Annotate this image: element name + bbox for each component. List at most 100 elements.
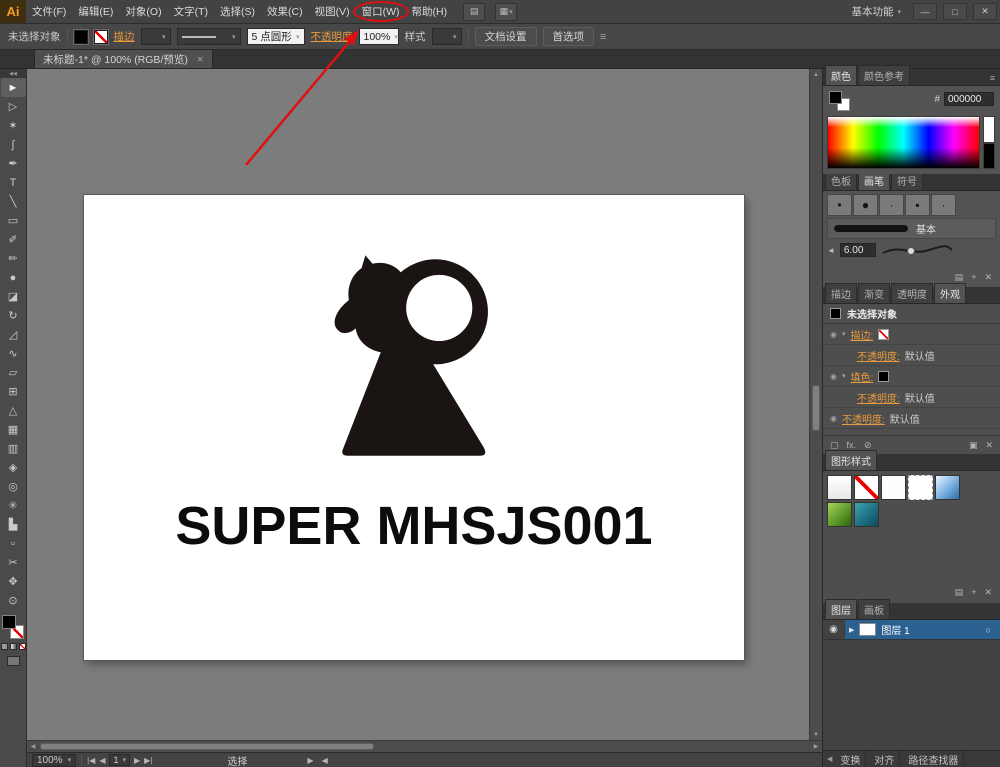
zoom-level-dropdown[interactable]: 100% ▾ xyxy=(32,753,77,767)
rectangle-tool[interactable]: ▭ xyxy=(1,211,26,230)
menu-item-5[interactable]: 效果(C) xyxy=(261,0,309,23)
appearance-row-opacity[interactable]: ◉ 不透明度: 默认值 xyxy=(823,408,1000,429)
document-tab[interactable]: 未标题-1* @ 100% (RGB/预览) ✕ xyxy=(34,49,213,68)
tab-artboards[interactable]: 画板 xyxy=(858,599,890,619)
lasso-tool[interactable]: ʃ xyxy=(1,135,26,154)
tab-appearance[interactable]: 外观 xyxy=(934,283,966,303)
stroke-link[interactable]: 描边 xyxy=(114,29,135,44)
direct-selection-tool[interactable]: ▷ xyxy=(1,97,26,116)
disclosure-icon[interactable]: ▾ xyxy=(842,372,846,380)
next-artboard-icon[interactable]: ▶ xyxy=(134,756,140,765)
opacity-link[interactable]: 不透明度 xyxy=(311,29,353,44)
panel-menu-icon[interactable]: ≡ xyxy=(990,73,998,85)
eraser-tool[interactable]: ◪ xyxy=(1,287,26,306)
style-thumb-default[interactable] xyxy=(827,475,852,500)
horizontal-scrollbar[interactable]: ◀ ▶ xyxy=(27,740,822,752)
minimize-button[interactable]: — xyxy=(913,3,937,20)
style-thumb-dashed[interactable] xyxy=(908,475,933,500)
menu-item-3[interactable]: 文字(T) xyxy=(168,0,214,23)
delete-brush-icon[interactable]: ✕ xyxy=(984,272,992,283)
tab-transform[interactable]: 变换 xyxy=(835,750,867,767)
line-tool[interactable]: ╲ xyxy=(1,192,26,211)
new-style-icon[interactable]: + xyxy=(971,587,976,598)
free-transform-tool[interactable]: ▱ xyxy=(1,363,26,382)
opacity-value-dropdown[interactable]: 100% ▾ xyxy=(358,28,399,45)
layer-thumbnail[interactable] xyxy=(859,623,877,636)
toolbar-collapse-icon[interactable]: ◀◀ xyxy=(0,69,26,78)
fill-swatch[interactable] xyxy=(2,615,16,629)
color-fill-proxy[interactable] xyxy=(829,91,842,104)
eye-icon[interactable]: ◉ xyxy=(830,330,837,339)
layer-visibility-cell[interactable]: ◉ xyxy=(823,624,845,635)
horizontal-scroll-thumb[interactable] xyxy=(40,743,374,750)
layer-row[interactable]: ◉ ▶ 图层 1 ○ xyxy=(823,620,1000,640)
stroke-color-swatch[interactable] xyxy=(93,29,108,44)
menu-item-8[interactable]: 帮助(H) xyxy=(406,0,454,23)
new-brush-icon[interactable]: + xyxy=(971,272,976,283)
delete-item-icon[interactable]: ✕ xyxy=(985,440,993,451)
eye-icon[interactable]: ◉ xyxy=(829,624,838,635)
restore-button[interactable]: □ xyxy=(943,3,967,20)
menu-item-0[interactable]: 文件(F) xyxy=(26,0,72,23)
artboard-number-dropdown[interactable]: 1 ▾ xyxy=(109,754,131,766)
layer-target-icon[interactable]: ○ xyxy=(986,625,991,635)
opacity-row-label[interactable]: 不透明度: xyxy=(857,348,900,363)
hand-tool[interactable]: ✥ xyxy=(1,572,26,591)
delete-style-icon[interactable]: ✕ xyxy=(984,587,992,598)
close-button[interactable]: ✕ xyxy=(973,3,997,20)
brush-cell-0[interactable]: • xyxy=(827,194,852,216)
stroke-weight-dropdown[interactable]: ▾ xyxy=(140,28,171,45)
screen-mode-button[interactable] xyxy=(6,656,20,666)
dock-collapse-icon[interactable]: ◀ xyxy=(827,755,832,763)
stroke-row-label[interactable]: 描边: xyxy=(851,327,874,342)
layer-name[interactable]: 图层 1 xyxy=(881,622,909,637)
scroll-left-icon[interactable]: ◀ xyxy=(322,756,328,765)
tab-color[interactable]: 颜色 xyxy=(825,65,857,85)
duplicate-item-icon[interactable]: ▣ xyxy=(969,440,978,451)
menu-item-4[interactable]: 选择(S) xyxy=(214,0,261,23)
brush-curve-icon[interactable] xyxy=(881,242,955,258)
style-thumb-green[interactable] xyxy=(827,502,852,527)
brush-cell-3[interactable]: ▪ xyxy=(905,194,930,216)
blob-brush-tool[interactable]: ● xyxy=(1,268,26,287)
selection-tool[interactable]: ► xyxy=(0,78,26,97)
fill-color-swatch[interactable] xyxy=(73,29,88,44)
opacity-row-label[interactable]: 不透明度: xyxy=(857,390,900,405)
color-spectrum[interactable] xyxy=(827,116,980,169)
none-button[interactable] xyxy=(18,643,26,650)
appearance-row-stroke-opacity[interactable]: 不透明度: 默认值 xyxy=(823,345,1000,366)
preferences-button[interactable]: 首选项 xyxy=(542,27,594,46)
workspace-switcher[interactable]: 基本功能 ▾ xyxy=(845,2,907,21)
eyedropper-tool[interactable]: ◈ xyxy=(1,458,26,477)
appearance-row-stroke[interactable]: ◉ ▾ 描边: xyxy=(823,324,1000,345)
menu-item-6[interactable]: 视图(V) xyxy=(309,0,356,23)
blend-tool[interactable]: ◎ xyxy=(1,477,26,496)
brush-libraries-icon[interactable]: ▤ xyxy=(955,272,964,283)
scroll-down-icon[interactable]: ▼ xyxy=(810,729,822,740)
last-artboard-icon[interactable]: ▶| xyxy=(144,756,152,765)
brush-cell-4[interactable]: · xyxy=(931,194,956,216)
tab-graphic-styles[interactable]: 图形样式 xyxy=(825,450,877,470)
status-scroll-arrows[interactable]: ▶ ◀ xyxy=(307,756,327,765)
opacity-row-label[interactable]: 不透明度: xyxy=(842,411,885,426)
stroke-none-swatch[interactable] xyxy=(878,328,890,340)
zoom-tool[interactable]: ⊙ xyxy=(1,591,26,610)
style-thumb-teal[interactable] xyxy=(854,502,879,527)
expand-layer-icon[interactable]: ▶ xyxy=(849,626,854,634)
close-tab-icon[interactable]: ✕ xyxy=(197,55,204,64)
black-swatch[interactable] xyxy=(983,142,995,169)
disclosure-icon[interactable]: ▾ xyxy=(842,330,846,338)
tab-layers[interactable]: 图层 xyxy=(825,599,857,619)
prev-artboard-icon[interactable]: ◀ xyxy=(99,756,105,765)
menu-item-1[interactable]: 编辑(E) xyxy=(72,0,119,23)
scale-tool[interactable]: ◿ xyxy=(1,325,26,344)
gradient-button[interactable] xyxy=(9,643,17,650)
slice-tool[interactable]: ✂ xyxy=(1,553,26,572)
add-stroke-icon[interactable]: ▢ xyxy=(830,440,839,451)
style-thumb-blue[interactable] xyxy=(935,475,960,500)
layer-selected-area[interactable]: ▶ 图层 1 ○ xyxy=(845,620,1000,639)
symbol-sprayer-tool[interactable]: ✳ xyxy=(1,496,26,515)
tab-pathfinder[interactable]: 路径查找器 xyxy=(903,750,965,767)
scroll-left-icon[interactable]: ◀ xyxy=(27,743,39,750)
type-tool[interactable]: T xyxy=(1,173,26,192)
